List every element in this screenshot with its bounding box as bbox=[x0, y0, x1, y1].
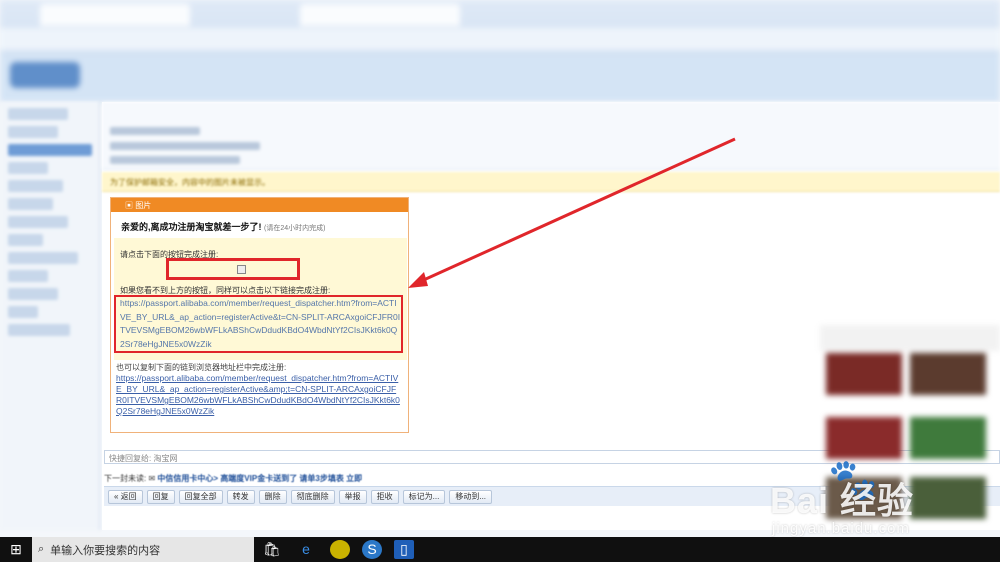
baidu-jingyan-watermark: 🐾 Bai 经验 jingyan.baidu.com bbox=[770, 458, 995, 543]
highlight-box-button bbox=[166, 258, 300, 280]
next-unread-prefix: 下一封未读: bbox=[104, 474, 147, 483]
reply-button[interactable]: 回复 bbox=[146, 490, 175, 504]
back-button[interactable]: « 返回 bbox=[108, 490, 143, 504]
watermark-url: jingyan.baidu.com bbox=[772, 520, 910, 537]
move-to-button[interactable]: 移动到... bbox=[449, 490, 493, 504]
highlight-box-link bbox=[114, 295, 403, 353]
copy-activation-link[interactable]: https://passport.alibaba.com/member/requ… bbox=[116, 373, 402, 417]
mail-header-strip bbox=[0, 56, 1000, 102]
sidebar-item[interactable] bbox=[8, 288, 58, 300]
taskbar-search-box[interactable]: ⌕ 单输入你要搜索的内容 bbox=[32, 537, 254, 562]
sidebar-item[interactable] bbox=[8, 306, 38, 318]
store-icon[interactable]: 🛍 bbox=[262, 540, 282, 559]
mail-date bbox=[110, 156, 240, 164]
header-image-label: 图片 bbox=[135, 201, 152, 210]
sogou-icon[interactable]: S bbox=[362, 540, 382, 559]
greeting-note: (请在24小时内完成) bbox=[264, 225, 326, 232]
sidebar-item[interactable] bbox=[8, 324, 70, 336]
sidebar-item[interactable] bbox=[8, 198, 53, 210]
permanent-delete-button[interactable]: 彻底删除 bbox=[290, 490, 335, 504]
browser-tab[interactable] bbox=[40, 4, 190, 26]
greeting: 亲爱的,离成功注册淘宝就差一步了! (请在24小时内完成) bbox=[111, 212, 408, 237]
sidebar-item[interactable] bbox=[8, 216, 68, 228]
greeting-text: 亲爱的,离成功注册淘宝就差一步了! bbox=[121, 222, 262, 232]
next-unread-sender: 中信信用卡中心> bbox=[157, 474, 219, 483]
sidebar-item[interactable] bbox=[8, 270, 48, 282]
mail-logo bbox=[10, 62, 80, 88]
mail-sidebar bbox=[0, 102, 100, 530]
mark-as-button[interactable]: 标记为... bbox=[402, 490, 446, 504]
broken-image-icon: ▣ bbox=[125, 201, 133, 210]
reply-all-button[interactable]: 回复全部 bbox=[178, 490, 223, 504]
sidebar-item[interactable] bbox=[8, 126, 58, 138]
taskbar-search-text: 单输入你要搜索的内容 bbox=[50, 544, 161, 557]
browser-icon[interactable]: ▯ bbox=[394, 540, 414, 559]
address-bar[interactable] bbox=[0, 28, 1000, 50]
browser-chrome bbox=[0, 0, 1000, 102]
forward-button[interactable]: 转发 bbox=[226, 490, 255, 504]
watermark-brand: Bai 经验 bbox=[770, 480, 915, 521]
search-icon: ⌕ bbox=[38, 543, 45, 555]
reject-button[interactable]: 拒收 bbox=[370, 490, 399, 504]
windows-taskbar: ⊞ ⌕ 单输入你要搜索的内容 🛍 e S ▯ bbox=[0, 537, 1000, 562]
next-unread-subject: 高端度VIP金卡送到了 请单3步填表 立即 bbox=[220, 474, 363, 483]
windows-start-icon[interactable]: ⊞ bbox=[0, 537, 32, 562]
image-blocked-notice: 为了保护邮箱安全，内容中的图片未被显示。 bbox=[102, 172, 1000, 192]
sidebar-item-inbox[interactable] bbox=[8, 144, 92, 156]
sidebar-item[interactable] bbox=[8, 108, 68, 120]
next-unread-mail[interactable]: 下一封未读: ✉ 中信信用卡中心> 高端度VIP金卡送到了 请单3步填表 立即 bbox=[104, 473, 362, 484]
edge-icon[interactable]: e bbox=[296, 540, 316, 559]
mail-header bbox=[102, 102, 1000, 170]
sidebar-item[interactable] bbox=[8, 234, 43, 246]
mail-sender bbox=[110, 142, 260, 150]
email-header-image: ▣ 图片 bbox=[111, 198, 408, 212]
report-button[interactable]: 举报 bbox=[338, 490, 367, 504]
mail-subject bbox=[110, 127, 200, 135]
sidebar-item[interactable] bbox=[8, 252, 78, 264]
quick-reply-placeholder: 快捷回复给: 淘宝网 bbox=[109, 454, 178, 463]
mail-icon: ✉ bbox=[148, 474, 156, 483]
notice-text: 为了保护邮箱安全，内容中的图片未被显示。 bbox=[110, 178, 270, 187]
delete-button[interactable]: 删除 bbox=[258, 490, 287, 504]
sidebar-item[interactable] bbox=[8, 180, 63, 192]
sidebar-item[interactable] bbox=[8, 162, 48, 174]
copy-link-instruction: 也可以复制下面的链到浏览器地址栏中完成注册: bbox=[116, 363, 287, 372]
browser-tab[interactable] bbox=[300, 4, 460, 26]
app-icon[interactable] bbox=[330, 540, 350, 559]
